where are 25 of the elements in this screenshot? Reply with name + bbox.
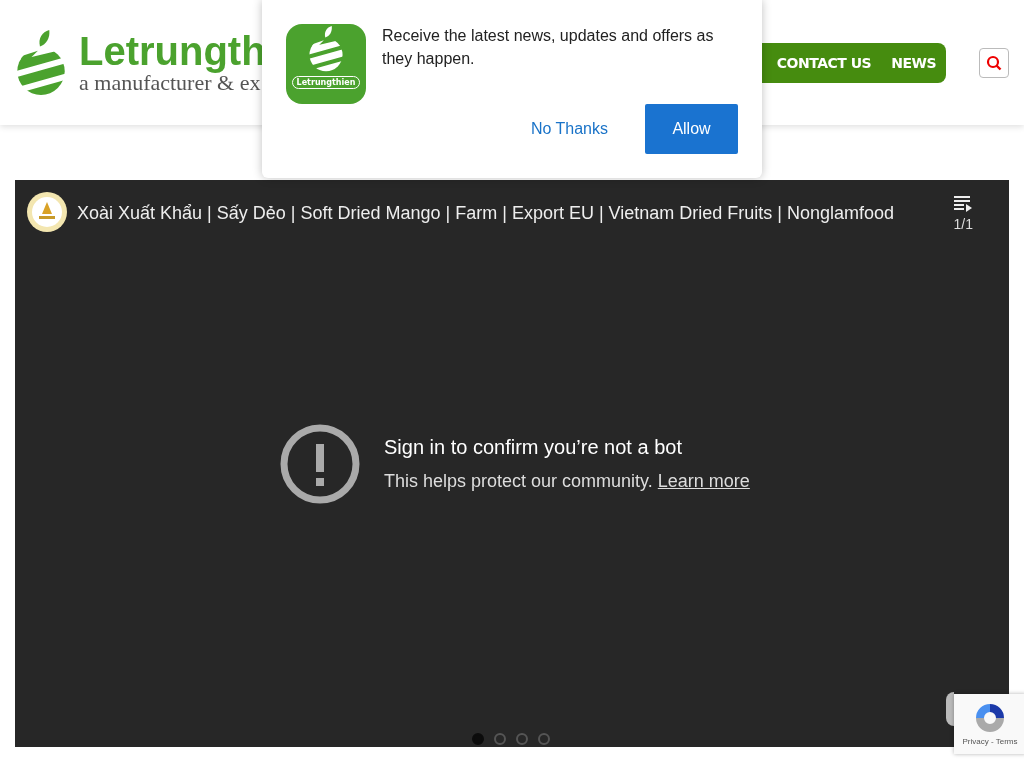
error-heading: Sign in to confirm you’re not a bot	[384, 436, 683, 459]
search-icon	[986, 54, 1002, 71]
carousel-dot[interactable]	[472, 733, 484, 745]
error-message: This helps protect our community. Learn more	[384, 471, 750, 492]
alert-icon	[280, 424, 360, 504]
logo-icon	[15, 29, 67, 96]
scroll-top-button[interactable]	[946, 692, 954, 726]
notification-message: Receive the latest news, updates and offers as they happen.	[382, 26, 715, 69]
brand-name: Letrungth	[79, 30, 266, 71]
learn-more-link[interactable]: Learn more	[657, 471, 750, 491]
video-title[interactable]: Xoài Xuất Khẩu | Sấy Dẻo | Soft Dried Mango | Farm | Export EU | Vietnam Dried Fruits | Nonglamfood	[77, 203, 895, 224]
carousel-dot[interactable]	[538, 733, 550, 745]
allow-button[interactable]: Allow	[645, 104, 738, 154]
carousel-dot[interactable]	[494, 733, 506, 745]
no-thanks-button[interactable]: No Thanks	[510, 104, 628, 154]
nav-link[interactable]: CONTACT US	[776, 54, 872, 71]
nav-link[interactable]: NEWS	[891, 54, 936, 71]
playlist-icon[interactable]	[954, 196, 973, 212]
search-button[interactable]	[979, 47, 1009, 78]
channel-avatar	[27, 192, 67, 232]
recaptcha-icon	[974, 702, 1006, 734]
carousel-dot[interactable]	[516, 733, 528, 745]
playlist-count: 1/1	[953, 216, 973, 232]
privacy-terms[interactable]: Privacy - Terms	[962, 737, 1018, 746]
apple-icon	[308, 24, 344, 74]
